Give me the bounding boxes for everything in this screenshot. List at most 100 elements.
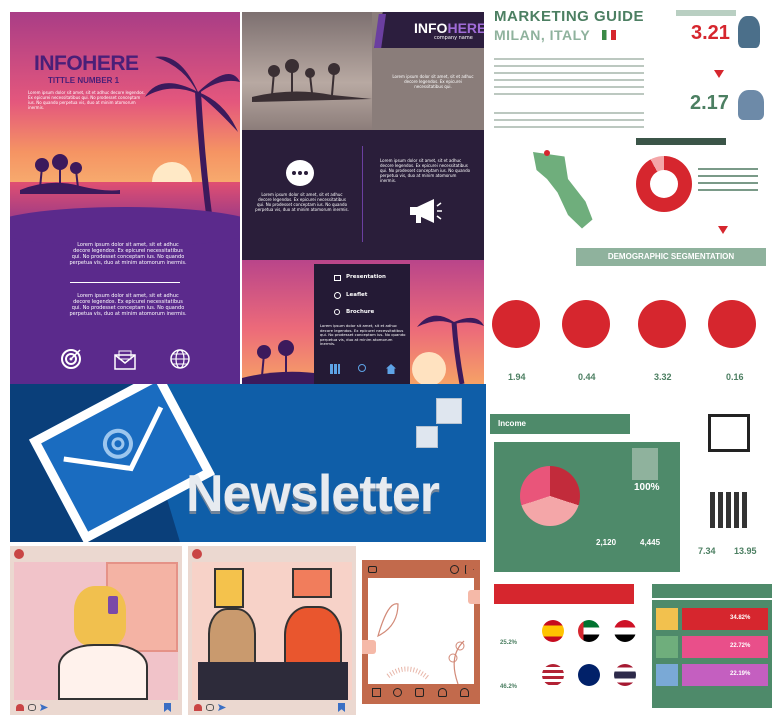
flag-usa-icon: [542, 664, 564, 686]
post-1-avatar: [14, 549, 24, 559]
bar-2: [682, 636, 768, 658]
demo-circle-2: [562, 300, 610, 348]
banner-square-1: [436, 398, 462, 424]
social-post-2: [188, 546, 356, 715]
profile-icon[interactable]: [460, 688, 469, 697]
bookmark-icon[interactable]: [338, 703, 345, 712]
send-icon[interactable]: [465, 565, 474, 574]
bookmark-icon[interactable]: [164, 703, 171, 712]
donut-hole: [650, 170, 678, 198]
info-subheading: [636, 138, 726, 145]
comment-icon[interactable]: [206, 704, 214, 711]
age-value-2: 0.44: [578, 372, 596, 382]
comment-icon[interactable]: [28, 704, 36, 711]
add-post-icon[interactable]: [415, 688, 424, 697]
heart-icon[interactable]: [16, 704, 24, 711]
calendar-icon: [708, 414, 750, 452]
flyer-panel: INFOHERE TITTLE NUMBER 1 Lorem ipsum dol…: [10, 12, 240, 384]
search-icon[interactable]: [393, 688, 402, 697]
menu-item-brochure[interactable]: Brochure: [346, 309, 374, 315]
flyer-body-text-2: Lorem ipsum dolor sit amet, sit et adhuc…: [69, 293, 187, 317]
pct-left-2: 46.2%: [500, 684, 518, 690]
like-badge-icon-2: [468, 590, 480, 604]
income-pie-chart: [520, 466, 580, 526]
post-1-person-hair: [74, 586, 126, 646]
brochure-panel: INFOHERE company name Lorem ipsum dolor …: [242, 12, 484, 384]
bar-3: [682, 664, 768, 686]
newsletter-banner: Newsletter: [10, 384, 486, 542]
post-2-frame-2: [292, 568, 332, 598]
leaf-decoration: [377, 603, 465, 684]
cal-value-1: 7.34: [698, 546, 716, 556]
menu-item-presentation[interactable]: Presentation: [346, 274, 386, 280]
brochure-chat-bubble-icon: [286, 160, 314, 186]
flag-uae-icon: [578, 620, 600, 642]
brochure-right-text: Lorem ipsum dolor sit amet, sit et adhuc…: [380, 158, 471, 183]
heart-icon[interactable]: [438, 688, 447, 697]
bar-chart-heading: [652, 584, 772, 598]
target-icon: [61, 349, 81, 369]
italy-map: [533, 152, 593, 229]
megaphone-icon: [410, 199, 442, 223]
social-post-1: [10, 546, 182, 715]
income-pie-pct: 100%: [634, 482, 660, 493]
info-stat-1: 3.21: [691, 22, 730, 44]
section-demographic: DEMOGRAPHIC SEGMENTATION: [576, 248, 766, 266]
map-pin-icon: [544, 150, 550, 156]
brochure-palm-silhouette: [252, 59, 372, 102]
demo-circle-3: [638, 300, 686, 348]
flyer-body-text-1: Lorem ipsum dolor sit amet, sit et adhuc…: [69, 242, 187, 266]
share-icon[interactable]: [218, 704, 226, 711]
post-1-phone: [108, 596, 118, 614]
section-income-title: Income: [498, 419, 527, 428]
bar-thumb-3: [656, 664, 678, 686]
brochure-menu-text: Lorem ipsum dolor sit amet, sit et adhuc…: [320, 323, 406, 347]
smile-icon[interactable]: [450, 565, 459, 574]
italy-flag-icon: [602, 30, 616, 40]
info-down-arrow-2: [718, 226, 728, 234]
building-icon: [710, 492, 750, 528]
flags-heading: [494, 584, 634, 604]
presentation-icon: [334, 275, 341, 281]
menu-item-leaflet[interactable]: Leaflet: [346, 292, 367, 298]
flag-thailand-icon: [614, 664, 636, 686]
bar-2-label: 22.72%: [730, 643, 751, 649]
brochure-vertical-divider: [362, 146, 363, 242]
bar-thumb-1: [656, 608, 678, 630]
age-value-4: 0.16: [726, 372, 744, 382]
heart-icon[interactable]: [194, 704, 202, 711]
brochure-company-name: company name: [434, 35, 473, 41]
demo-circle-4: [708, 300, 756, 348]
age-value-3: 3.32: [654, 372, 672, 382]
magnifier-icon: [358, 364, 366, 372]
info-title: MARKETING GUIDE: [494, 8, 644, 25]
info-city: MILAN, ITALY: [494, 27, 591, 43]
flyer-divider: [70, 282, 180, 283]
brochure-left-text: Lorem ipsum dolor sit amet, sit et adhuc…: [255, 192, 349, 212]
camera-icon[interactable]: [368, 566, 377, 573]
info-stat-2: 2.17: [690, 92, 729, 114]
info-text-block-1: [494, 56, 644, 96]
income-value-1: 2,120: [596, 538, 617, 547]
person-icon: [738, 16, 760, 48]
flag-egypt-icon: [614, 620, 636, 642]
bar-3-label: 22.19%: [730, 671, 751, 677]
brochure-brand-b: HERE: [447, 20, 484, 36]
brochure-brand: INFOHERE: [414, 20, 484, 36]
money-icon: [632, 448, 658, 480]
share-icon[interactable]: [40, 704, 48, 711]
bar-1: [682, 608, 768, 630]
age-value-1: 1.94: [508, 372, 526, 382]
brochure-intro-text: Lorem ipsum dolor sit amet, sit et adhuc…: [392, 74, 474, 89]
post-2-avatar: [192, 549, 202, 559]
post-2-frame-1: [214, 568, 244, 608]
bar-1-label: 34.82%: [730, 615, 751, 621]
donut-label: [698, 166, 758, 192]
infographic-panel: MARKETING GUIDE MILAN, ITALY 3.21 2.17 D…: [486, 0, 782, 715]
flyer-bottom-wave: [10, 207, 240, 247]
home-icon[interactable]: [372, 688, 381, 697]
demo-circle-1: [492, 300, 540, 348]
post-2-table: [198, 662, 348, 700]
post-1-person-body: [58, 644, 148, 700]
flag-australia-icon: [578, 664, 600, 686]
